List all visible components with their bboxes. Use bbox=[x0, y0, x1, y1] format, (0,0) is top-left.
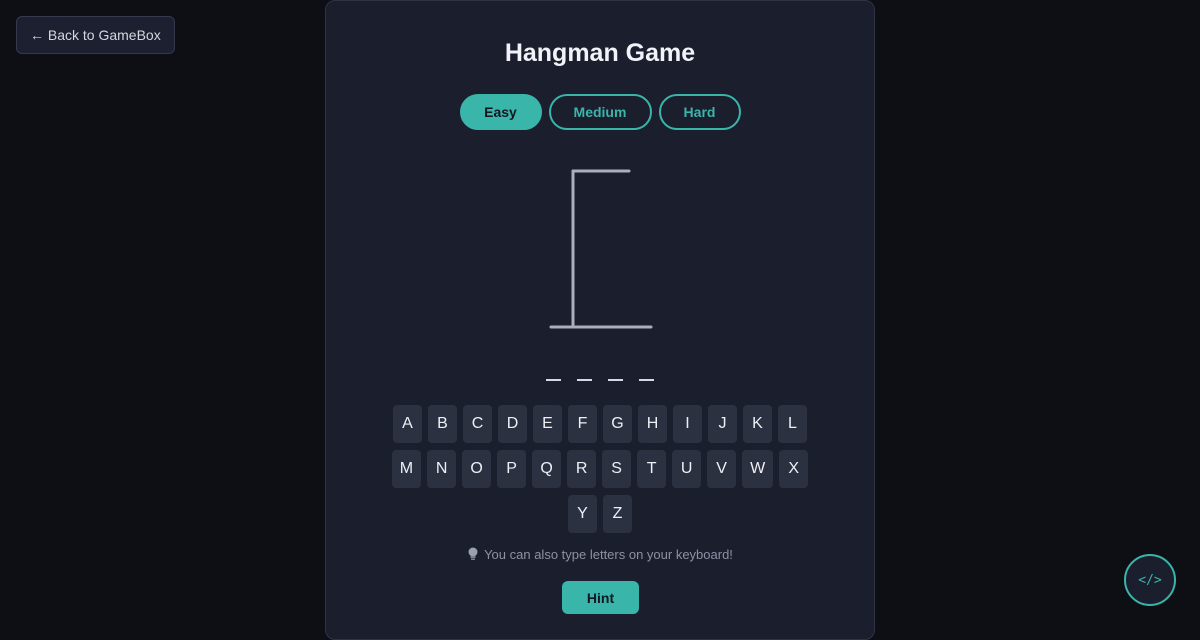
letter-key-r[interactable]: R bbox=[567, 450, 597, 488]
hint-button[interactable]: Hint bbox=[562, 581, 639, 614]
difficulty-label: Easy bbox=[484, 104, 517, 120]
code-icon[interactable]: </> bbox=[1124, 554, 1176, 606]
letter-key-z[interactable]: Z bbox=[603, 495, 632, 533]
letter-key-d[interactable]: D bbox=[498, 405, 527, 443]
letter-key-m[interactable]: M bbox=[391, 450, 422, 488]
letter-slot bbox=[546, 359, 561, 381]
lightbulb-icon bbox=[468, 547, 478, 560]
difficulty-selector: Easy Medium Hard bbox=[326, 94, 874, 130]
letter-key-a[interactable]: A bbox=[393, 405, 422, 443]
letter-key-j[interactable]: J bbox=[708, 405, 737, 443]
letter-key-s[interactable]: S bbox=[602, 450, 632, 488]
letter-slot bbox=[608, 359, 623, 381]
page-title: Hangman Game bbox=[504, 39, 696, 67]
letter-key-g[interactable]: G bbox=[603, 405, 632, 443]
letter-key-p[interactable]: P bbox=[497, 450, 527, 488]
letter-key-e[interactable]: E bbox=[533, 405, 562, 443]
letter-key-u[interactable]: U bbox=[672, 450, 702, 488]
letter-key-c[interactable]: C bbox=[463, 405, 492, 443]
keyboard-tip: You can also type letters on your keyboa… bbox=[326, 546, 874, 562]
letter-key-f[interactable]: F bbox=[568, 405, 597, 443]
letter-key-q[interactable]: Q bbox=[532, 450, 562, 488]
keyboard-row: ABCDEFGHIJKL bbox=[393, 405, 807, 443]
letter-slot bbox=[577, 359, 592, 381]
letter-key-y[interactable]: Y bbox=[568, 495, 597, 533]
keyboard-row: YZ bbox=[568, 495, 632, 533]
letter-key-v[interactable]: V bbox=[707, 450, 737, 488]
letter-slot bbox=[639, 359, 654, 381]
back-label: ← Back to GameBox bbox=[30, 27, 161, 43]
hangman-gallows bbox=[549, 169, 653, 329]
letter-key-w[interactable]: W bbox=[742, 450, 774, 488]
letter-key-i[interactable]: I bbox=[673, 405, 702, 443]
difficulty-label: Hard bbox=[683, 104, 716, 120]
code-button-label: </> bbox=[1138, 572, 1162, 588]
letter-keyboard: ABCDEFGHIJKL MNOPQRSTUVWX YZ bbox=[326, 405, 874, 533]
word-display bbox=[326, 359, 874, 381]
letter-key-n[interactable]: N bbox=[427, 450, 457, 488]
keyboard-row: MNOPQRSTUVWX bbox=[391, 450, 809, 488]
letter-key-o[interactable]: O bbox=[462, 450, 492, 488]
difficulty-label: Medium bbox=[573, 104, 627, 120]
letter-key-t[interactable]: T bbox=[637, 450, 667, 488]
difficulty-hard-button[interactable]: Hard bbox=[658, 94, 741, 130]
letter-key-b[interactable]: B bbox=[428, 405, 457, 443]
letter-key-k[interactable]: K bbox=[743, 405, 772, 443]
game-panel: Hangman Game Easy Medium Hard ABCDEFGHIJ… bbox=[325, 0, 875, 640]
letter-key-x[interactable]: X bbox=[779, 450, 809, 488]
difficulty-medium-button[interactable]: Medium bbox=[548, 94, 652, 130]
tip-text: You can also type letters on your keyboa… bbox=[484, 546, 733, 562]
letter-key-l[interactable]: L bbox=[778, 405, 807, 443]
difficulty-easy-button[interactable]: Easy bbox=[459, 94, 542, 130]
letter-key-h[interactable]: H bbox=[638, 405, 667, 443]
back-to-gamebox-button[interactable]: ← Back to GameBox bbox=[16, 16, 175, 54]
hint-label: Hint bbox=[586, 589, 615, 606]
